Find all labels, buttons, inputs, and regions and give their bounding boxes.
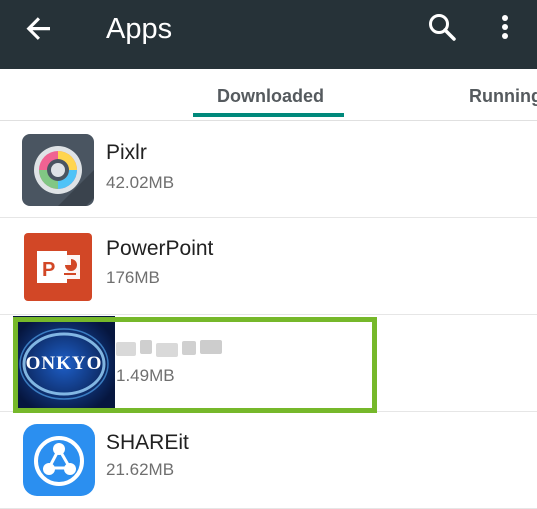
search-icon bbox=[429, 14, 456, 41]
shareit-icon bbox=[23, 424, 95, 496]
onkyo-icon: ONKYO bbox=[13, 316, 115, 412]
app-size: 42.02MB bbox=[106, 173, 175, 192]
tab-downloaded[interactable]: Downloaded bbox=[217, 86, 324, 107]
app-name: SHAREit bbox=[106, 431, 189, 454]
onkyo-logo-text: ONKYO bbox=[25, 353, 103, 374]
back-button[interactable] bbox=[22, 12, 58, 48]
svg-text:P: P bbox=[42, 259, 55, 281]
list-item[interactable]: P PowerPoint 176MB bbox=[0, 219, 537, 315]
more-options-button[interactable] bbox=[490, 10, 520, 46]
app-name: Pixlr bbox=[106, 141, 147, 164]
page-title: Apps bbox=[106, 13, 173, 45]
app-bar: Apps bbox=[0, 0, 537, 69]
powerpoint-icon: P bbox=[24, 233, 92, 301]
tab-bar: Downloaded Running bbox=[0, 69, 537, 121]
tab-indicator bbox=[193, 113, 344, 117]
app-size: 176MB bbox=[106, 268, 160, 287]
back-arrow-icon bbox=[26, 17, 50, 40]
app-size: 1.49MB bbox=[116, 366, 175, 385]
list-item[interactable]: SHAREit 21.62MB bbox=[0, 413, 537, 509]
app-name: PowerPoint bbox=[106, 237, 214, 260]
pixlr-icon bbox=[22, 134, 94, 206]
list-item[interactable]: ONKYO 1.49MB bbox=[0, 316, 537, 412]
app-size: 21.62MB bbox=[106, 460, 175, 479]
search-button[interactable] bbox=[424, 10, 460, 46]
more-vert-icon bbox=[502, 15, 508, 39]
list-item[interactable]: Pixlr 42.02MB bbox=[0, 122, 537, 218]
tab-running[interactable]: Running bbox=[469, 86, 537, 107]
